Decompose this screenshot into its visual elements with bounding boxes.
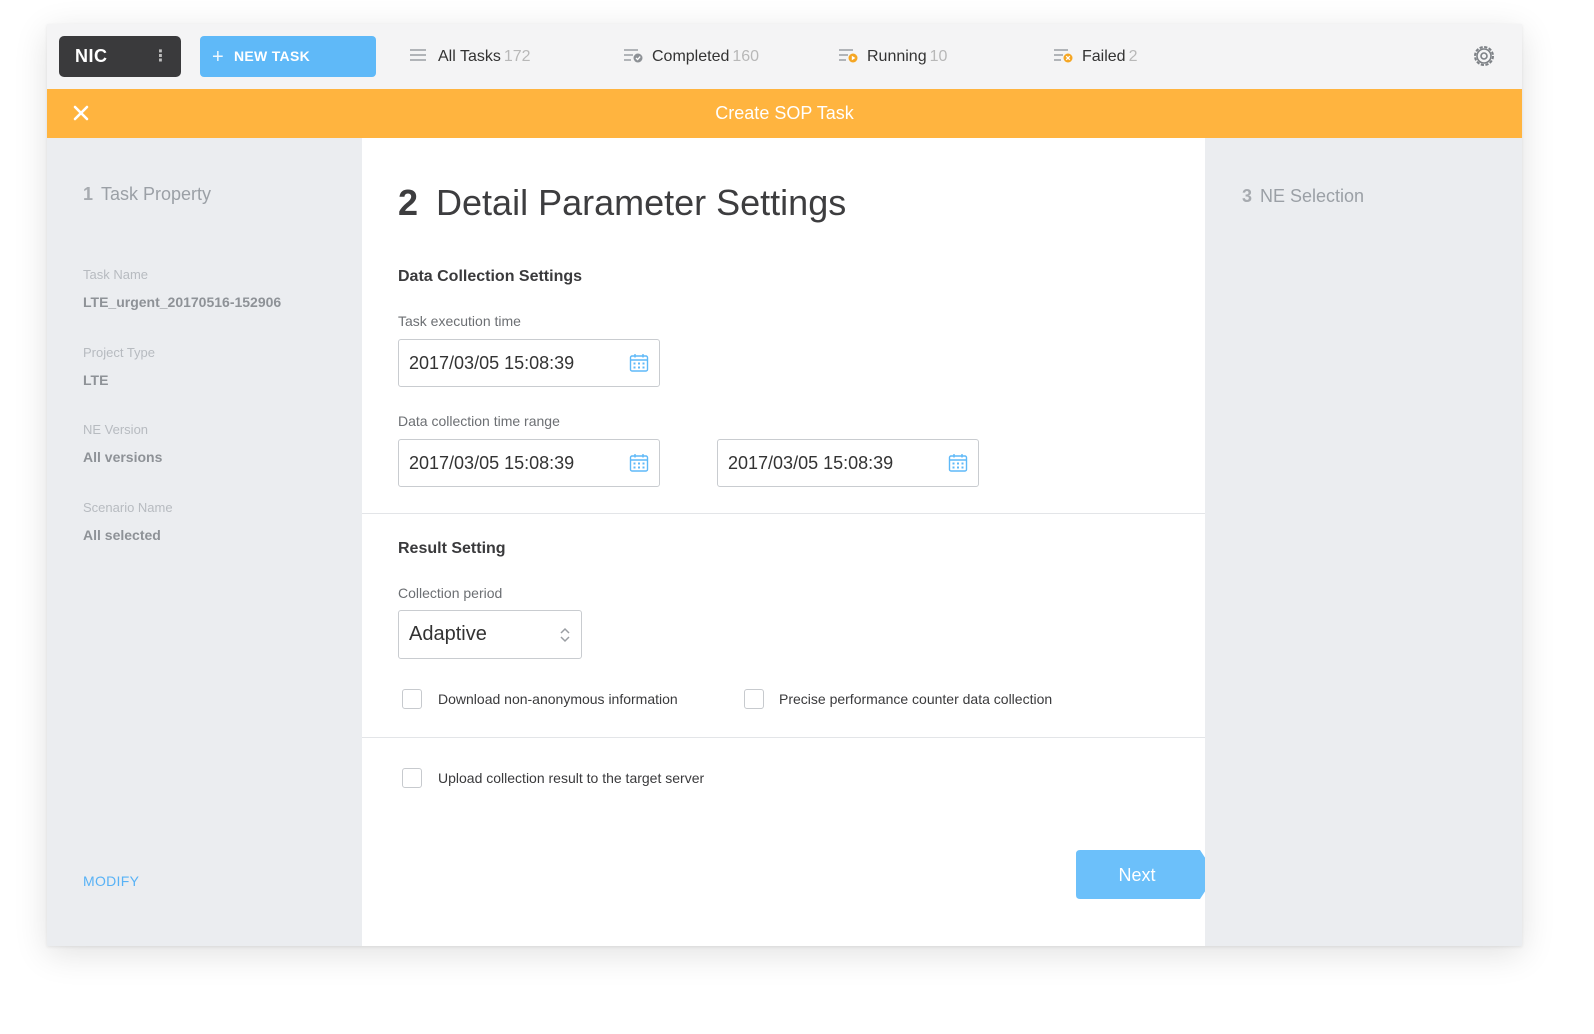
exec-time-value: 2017/03/05 15:08:39 xyxy=(409,353,575,373)
gear-icon[interactable] xyxy=(1472,44,1496,68)
sop-header-bar: Create SOP Task xyxy=(47,89,1522,138)
project-type-value: LTE xyxy=(83,372,109,388)
app-window: NIC ⋮ + NEW TASK All Tasks 172 Completed 16… xyxy=(47,24,1522,946)
tab-count: 10 xyxy=(929,48,948,65)
tab-label: Failed xyxy=(1082,48,1126,65)
header-title: Create SOP Task xyxy=(715,103,854,123)
tab-running[interactable]: Running 10 xyxy=(837,44,947,69)
modify-link[interactable]: MODIFY xyxy=(83,873,139,889)
new-task-label: NEW TASK xyxy=(233,48,311,64)
top-bar: NIC ⋮ + NEW TASK All Tasks 172 Completed 16… xyxy=(47,24,1522,89)
download-checkbox-label: Download non-anonymous information xyxy=(438,691,678,707)
step-number: 3 xyxy=(1242,186,1253,206)
range-label: Data collection time range xyxy=(398,413,560,429)
precise-checkbox[interactable] xyxy=(744,689,764,709)
step2-form-panel: 2 Detail Parameter Settings Data Collecti… xyxy=(362,138,1216,946)
scenario-name-value: All selected xyxy=(83,527,161,543)
ne-version-label: NE Version xyxy=(83,422,149,437)
tab-completed[interactable]: Completed 160 xyxy=(622,44,759,69)
step-title: Task Property xyxy=(101,184,212,204)
download-checkbox[interactable] xyxy=(402,689,422,709)
tab-label: Running xyxy=(867,48,927,65)
step1-label[interactable]: 1 Task Property xyxy=(83,184,211,205)
list-failed-icon xyxy=(1054,49,1073,63)
period-label: Collection period xyxy=(398,585,503,601)
step1-summary-panel: 1 Task Property Task Name LTE_urgent_2017… xyxy=(47,138,362,946)
step-title: Detail Parameter Settings xyxy=(436,182,847,223)
precise-checkbox-label: Precise performance counter data collect… xyxy=(779,691,1053,707)
tab-label: Completed xyxy=(652,48,730,65)
step-number: 2 xyxy=(398,182,419,223)
chevron-updown-icon xyxy=(560,627,570,643)
exec-time-label: Task execution time xyxy=(398,313,521,329)
more-vertical-icon[interactable]: ⋮ xyxy=(153,36,170,77)
list-running-icon xyxy=(839,49,858,63)
period-value: Adaptive xyxy=(409,623,487,645)
exec-time-input[interactable]: 2017/03/05 15:08:39 xyxy=(398,339,660,387)
logo-text: NIC xyxy=(75,46,108,66)
step-number: 1 xyxy=(83,184,94,204)
step3-panel: 3 NE Selection xyxy=(1205,138,1522,946)
upload-checkbox-label: Upload collection result to the target s… xyxy=(438,770,705,786)
tab-count: 172 xyxy=(503,48,531,65)
task-name-label: Task Name xyxy=(83,267,149,282)
range-start-value: 2017/03/05 15:08:39 xyxy=(409,453,575,473)
project-type-label: Project Type xyxy=(83,345,156,360)
range-start-input[interactable]: 2017/03/05 15:08:39 xyxy=(398,439,660,487)
upload-checkbox[interactable] xyxy=(402,768,422,788)
range-end-value: 2017/03/05 15:08:39 xyxy=(728,453,894,473)
tab-failed[interactable]: Failed 2 xyxy=(1052,44,1137,69)
tab-count: 160 xyxy=(732,48,760,65)
plus-icon: + xyxy=(212,46,224,68)
step3-label[interactable]: 3 NE Selection xyxy=(1242,186,1364,207)
list-icon xyxy=(410,49,426,61)
range-end-input[interactable]: 2017/03/05 15:08:39 xyxy=(717,439,979,487)
app-logo[interactable]: NIC ⋮ xyxy=(59,36,181,77)
step-title: NE Selection xyxy=(1260,186,1365,206)
data-collection-heading: Data Collection Settings xyxy=(398,268,583,285)
ne-version-value: All versions xyxy=(83,449,163,465)
calendar-icon[interactable] xyxy=(948,453,968,473)
list-check-icon xyxy=(624,49,643,63)
tab-count: 2 xyxy=(1128,48,1138,65)
scenario-name-label: Scenario Name xyxy=(83,500,173,515)
tab-label: All Tasks xyxy=(438,48,501,65)
next-button-label: Next xyxy=(1118,865,1155,885)
calendar-icon[interactable] xyxy=(629,453,649,473)
section-divider xyxy=(362,737,1205,738)
tab-all-tasks[interactable]: All Tasks 172 xyxy=(408,44,531,69)
collection-period-select[interactable]: Adaptive xyxy=(398,610,582,659)
page-title: 2 Detail Parameter Settings xyxy=(398,182,846,224)
result-setting-heading: Result Setting xyxy=(398,540,506,557)
calendar-icon[interactable] xyxy=(629,353,649,373)
section-divider xyxy=(362,513,1205,514)
task-name-value: LTE_urgent_20170516-152906 xyxy=(83,294,282,310)
next-button[interactable]: Next xyxy=(1076,850,1216,899)
new-task-button[interactable]: + NEW TASK xyxy=(200,36,376,77)
